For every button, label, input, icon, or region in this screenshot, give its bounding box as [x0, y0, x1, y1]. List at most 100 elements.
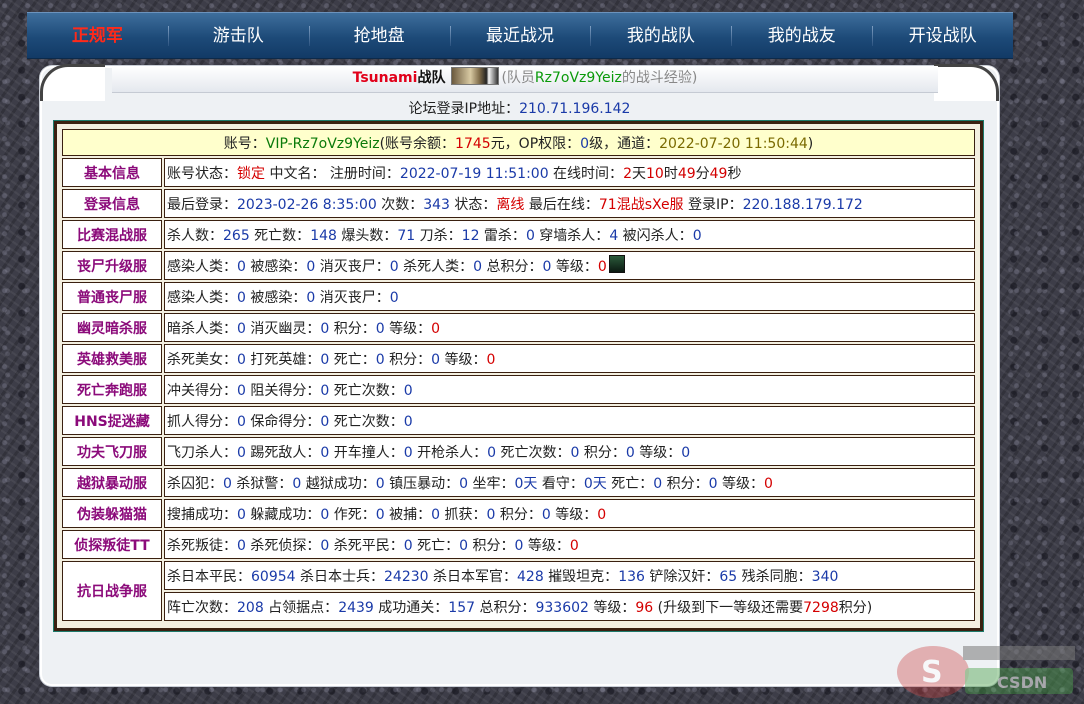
stat-text: 0 — [375, 475, 385, 492]
stat-text: 0 — [320, 444, 330, 461]
stat-text: 0 — [237, 351, 246, 368]
stat-text: 死亡： — [329, 351, 376, 368]
stat-text: 0 — [431, 506, 441, 523]
nav-item-2[interactable]: 抢地盘 — [308, 24, 450, 48]
stat-text: 10 — [645, 165, 664, 182]
stat-text: 杀日本军官： — [428, 568, 517, 585]
stat-text: 12 — [461, 227, 480, 244]
stat-text: 占领据点： — [263, 599, 339, 616]
member-name[interactable]: Rz7oVz9Yeiz — [535, 70, 622, 86]
stats-row: 幽灵暗杀服 暗杀人类：0 消灭幽灵：0 积分：0 等级：0 — [62, 313, 975, 342]
balance-label: (账号余额： — [379, 135, 456, 152]
stat-text: 在线时间： — [548, 165, 624, 182]
stat-text: 等级： — [440, 351, 487, 368]
stat-text: 积分： — [495, 506, 542, 523]
stat-text: 0 — [237, 320, 246, 337]
stat-text: 0 — [486, 351, 496, 368]
category-label: 死亡奔跑服 — [62, 375, 162, 404]
nav-item-1[interactable]: 游击队 — [167, 24, 309, 48]
category-label: 普通丧尸服 — [62, 282, 162, 311]
category-label: 比赛混战服 — [62, 220, 162, 249]
stats-row: 普通丧尸服 感染人类：0 被感染：0 消灭丧尸：0 — [62, 282, 975, 311]
stat-text: 24230 — [384, 568, 429, 585]
stat-text: 等级： — [384, 320, 432, 337]
stat-text: 离线 — [496, 196, 525, 213]
category-label: 英雄救美服 — [62, 344, 162, 373]
stat-text: 最后在线： — [524, 196, 599, 213]
account-id: VIP-Rz7oVz9Yeiz — [265, 135, 380, 152]
stat-text: 96 — [635, 599, 654, 616]
stats-row: 阵亡次数：208 占领据点：2439 成功通关：157 总积分：933602 等… — [62, 592, 975, 621]
stat-text: 等级： — [550, 506, 598, 523]
nav-item-0[interactable]: 正规军 — [27, 24, 168, 48]
stat-text: 49 — [709, 165, 728, 182]
category-label: 功夫飞刀服 — [62, 437, 162, 466]
stat-text: 0天 — [583, 475, 607, 492]
stat-text: 积分： — [579, 444, 626, 461]
stat-text: 2023-02-26 8:35:00 — [237, 196, 377, 213]
stat-text: 中文名： 注册时间： — [265, 165, 400, 182]
stats-cell: 杀日本平民：60954 杀日本士兵：24230 杀日本军官：428 摧毁坦克：1… — [164, 561, 975, 590]
stats-row: 伪装躲猫猫 搜捕成功：0 躲藏成功：0 作死：0 被捕：0 抓获：0 积分：0 等… — [62, 499, 975, 528]
stat-text: 感染人类： — [167, 289, 237, 306]
stat-text: 飞刀杀人： — [167, 444, 237, 461]
nav-item-6[interactable]: 开设战队 — [872, 24, 1013, 48]
stat-text: 136 — [618, 568, 645, 585]
stat-text: 0 — [223, 475, 232, 492]
stat-text: 死亡次数： — [329, 382, 404, 399]
stat-text: 暗杀人类： — [167, 320, 237, 337]
stat-text: 0 — [403, 444, 413, 461]
stat-text: 0 — [320, 413, 330, 430]
stat-text: 0 — [375, 351, 385, 368]
balance-value: 1745 — [455, 135, 491, 152]
stat-text: 消灭幽灵： — [245, 320, 321, 337]
stat-text: 0 — [389, 289, 399, 306]
op-value: 0 — [580, 135, 590, 152]
team-suffix: 战队 — [417, 70, 446, 86]
nav-item-5[interactable]: 我的战友 — [731, 24, 872, 48]
team-name[interactable]: Tsunami — [353, 70, 418, 86]
stat-text: 0 — [459, 537, 469, 554]
nav-item-3[interactable]: 最近战况 — [449, 24, 591, 48]
team-logo-image — [451, 67, 500, 85]
stats-row: 比赛混战服 杀人数：265 死亡数：148 爆头数：71 刀杀：12 雷杀：0 穿… — [62, 220, 975, 249]
stat-text: 0 — [375, 320, 385, 337]
stat-text: 杀死美女： — [167, 351, 237, 368]
stat-text: 0 — [431, 351, 441, 368]
stat-text: 消灭丧尸： — [315, 289, 390, 306]
stat-text: 65 — [719, 568, 738, 585]
stat-text: 越狱成功： — [301, 475, 376, 492]
member-suffix: 的战斗经验) — [621, 70, 698, 86]
stat-text: 49 — [677, 165, 696, 182]
stat-text: 220.188.179.172 — [742, 196, 863, 213]
stat-text: 0 — [375, 506, 385, 523]
stats-cell: 杀死美女：0 打死英雄：0 死亡：0 积分：0 等级：0 — [164, 344, 975, 373]
stat-text: 428 — [517, 568, 544, 585]
stat-text: 杀狱警： — [231, 475, 293, 492]
stat-text: 看守： — [537, 475, 584, 492]
nav-item-4[interactable]: 我的战队 — [590, 24, 731, 48]
stat-text: 死亡： — [606, 475, 654, 492]
stat-text: 0 — [403, 382, 413, 399]
stat-text: 0 — [237, 382, 246, 399]
stats-table: 账号：VIP-Rz7oVz9Yeiz(账号余额：1745元，OP权限：0级，通道… — [60, 127, 977, 623]
stat-text: 状态： — [449, 196, 497, 213]
stat-text: (升级到下一等级还需要 — [653, 599, 804, 616]
stat-text: 积分： — [662, 475, 709, 492]
stats-cell: 阵亡次数：208 占领据点：2439 成功通关：157 总积分：933602 等… — [164, 592, 975, 621]
stats-cell: 感染人类：0 被感染：0 消灭丧尸：0 杀死人类：0 总积分：0 等级：0 — [164, 251, 975, 280]
stats-row: 死亡奔跑服 冲关得分：0 阻关得分：0 死亡次数：0 — [62, 375, 975, 404]
stat-text: 杀死平民： — [329, 537, 404, 554]
stat-text: 最后登录： — [167, 196, 237, 213]
stat-text: 打死英雄： — [245, 351, 321, 368]
stats-frame: 账号：VIP-Rz7oVz9Yeiz(账号余额：1745元，OP权限：0级，通道… — [53, 120, 984, 632]
panel-corner-left — [40, 64, 105, 101]
stat-text: 等级： — [551, 259, 598, 275]
stat-text: 踢死敌人： — [245, 444, 321, 461]
stat-text: 0 — [473, 259, 483, 275]
stat-text: 7298 — [803, 599, 839, 616]
category-label: 越狱暴动服 — [62, 468, 162, 497]
stat-text: 0 — [306, 289, 316, 306]
ip-label: 论坛登录IP地址： — [408, 101, 520, 117]
stats-row: 登录信息 最后登录：2023-02-26 8:35:00 次数：343 状态：离线… — [62, 189, 975, 218]
